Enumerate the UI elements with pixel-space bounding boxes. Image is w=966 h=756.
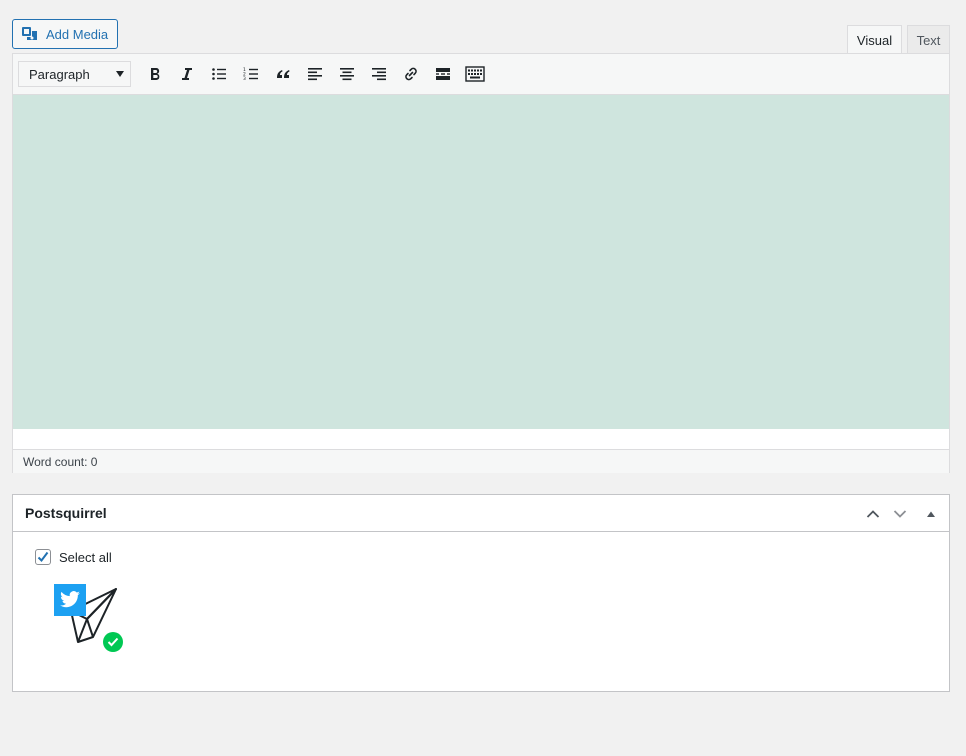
align-left-button[interactable] bbox=[299, 59, 331, 89]
move-up-button[interactable] bbox=[862, 503, 884, 525]
svg-text:3: 3 bbox=[243, 76, 246, 82]
chevron-up-icon bbox=[866, 510, 880, 518]
bulleted-list-button[interactable] bbox=[203, 59, 235, 89]
numbered-list-icon: 123 bbox=[243, 67, 258, 82]
select-all-checkbox[interactable] bbox=[35, 549, 51, 565]
word-count: Word count: 0 bbox=[23, 454, 98, 469]
link-icon bbox=[405, 67, 417, 81]
editor-content-area[interactable] bbox=[13, 95, 949, 429]
align-right-button[interactable] bbox=[363, 59, 395, 89]
format-select[interactable]: Paragraph bbox=[18, 61, 131, 87]
italic-button[interactable] bbox=[171, 59, 203, 89]
editor-toolbar: Paragraph 123 bbox=[13, 54, 949, 95]
insert-link-button[interactable] bbox=[395, 59, 427, 89]
editor: Paragraph 123 Word count: 0 bbox=[12, 53, 950, 473]
editor-statusbar: Word count: 0 bbox=[13, 449, 949, 473]
chevron-down-icon bbox=[116, 71, 124, 77]
numbered-list-button[interactable]: 123 bbox=[235, 59, 267, 89]
bulleted-list-icon bbox=[212, 68, 226, 80]
twitter-share-toggle[interactable] bbox=[53, 583, 129, 659]
triangle-up-icon bbox=[927, 511, 935, 517]
select-all-row[interactable]: Select all bbox=[35, 549, 112, 565]
move-down-button[interactable] bbox=[889, 503, 911, 525]
bold-icon bbox=[151, 67, 160, 80]
tab-text[interactable]: Text bbox=[907, 25, 950, 54]
postbox-header: Postsquirrel bbox=[13, 495, 949, 532]
postsquirrel-box: Postsquirrel Select all bbox=[12, 494, 950, 692]
align-center-button[interactable] bbox=[331, 59, 363, 89]
chevron-down-icon bbox=[893, 510, 907, 518]
success-check-icon bbox=[103, 632, 123, 652]
keyboard-icon bbox=[465, 66, 485, 82]
blockquote-icon bbox=[277, 70, 290, 78]
format-select-value: Paragraph bbox=[29, 66, 90, 82]
align-right-icon bbox=[372, 68, 386, 81]
read-more-icon bbox=[436, 68, 450, 80]
checkmark-icon bbox=[37, 551, 49, 563]
italic-icon bbox=[182, 68, 192, 80]
tab-visual[interactable]: Visual bbox=[847, 25, 902, 55]
media-icon bbox=[21, 25, 39, 43]
blockquote-button[interactable] bbox=[267, 59, 299, 89]
add-media-label: Add Media bbox=[46, 26, 109, 42]
postbox-title: Postsquirrel bbox=[25, 505, 107, 521]
editor-bottom-space bbox=[13, 429, 949, 449]
align-left-icon bbox=[308, 68, 322, 81]
twitter-icon bbox=[54, 584, 86, 616]
toolbar-toggle-button[interactable] bbox=[459, 59, 491, 89]
select-all-label: Select all bbox=[59, 549, 112, 565]
toggle-panel-button[interactable] bbox=[920, 503, 942, 525]
read-more-button[interactable] bbox=[427, 59, 459, 89]
align-center-icon bbox=[340, 68, 354, 81]
add-media-button[interactable]: Add Media bbox=[12, 19, 118, 49]
bold-button[interactable] bbox=[139, 59, 171, 89]
